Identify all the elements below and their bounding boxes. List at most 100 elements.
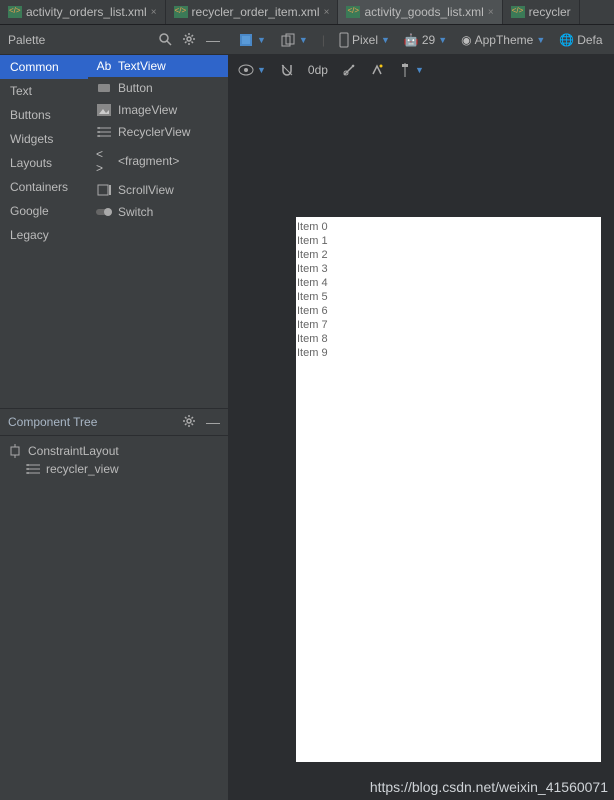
clear-constraints[interactable] [342,63,356,77]
chevron-down-icon: ▼ [415,65,424,75]
device-label: Pixel [352,33,378,47]
component-scrollview[interactable]: ScrollView [88,179,228,201]
category-buttons[interactable]: Buttons [0,103,88,127]
tab-recycler[interactable]: recycler [503,0,580,24]
gear-icon[interactable] [182,414,196,430]
theme-selector[interactable]: ◉ AppTheme ▼ [461,33,545,47]
design-panel: ▼ ▼ | Pixel ▼ 🤖 29 ▼ ◉ AppTheme ▼ 🌐 Defa [228,25,614,800]
imageview-icon [96,104,112,116]
tree-root[interactable]: ConstraintLayout [8,442,220,460]
list-item: Item 8 [297,332,600,346]
close-icon[interactable]: × [488,7,494,18]
chevron-down-icon: ▼ [381,35,390,45]
globe-icon: 🌐 [559,33,574,47]
button-icon [96,83,112,93]
tab-activity-orders[interactable]: activity_orders_list.xml × [0,0,166,24]
list-item: Item 2 [297,248,600,262]
list-item: Item 0 [297,220,600,234]
component-label: Switch [118,205,153,219]
tree-child-label: recycler_view [46,462,119,476]
chevron-down-icon: ▼ [299,35,308,45]
component-tree-header: Component Tree — [0,408,228,436]
design-surface-button[interactable]: ▼ [238,32,266,48]
android-icon: 🤖 [404,33,419,47]
palette-header: Palette — [0,25,228,55]
chevron-down-icon: ▼ [438,35,447,45]
category-common[interactable]: Common [0,55,88,79]
minimize-icon[interactable]: — [206,414,220,430]
chevron-down-icon: ▼ [257,35,266,45]
component-textview[interactable]: Ab TextView [88,55,228,77]
eye-toggle[interactable]: ▼ [238,64,266,76]
palette-categories: Common Text Buttons Widgets Layouts Cont… [0,55,88,408]
component-label: ScrollView [118,183,174,197]
recyclerview-icon [26,463,40,475]
theme-icon: ◉ [461,33,471,47]
scrollview-icon [96,184,112,196]
list-item: Item 1 [297,234,600,248]
list-item: Item 4 [297,276,600,290]
gear-icon[interactable] [182,32,196,48]
tab-label: activity_orders_list.xml [26,5,147,19]
component-fragment[interactable]: < > <fragment> [88,143,228,179]
preview-list: Item 0 Item 1 Item 2 Item 3 Item 4 Item … [296,217,601,363]
minimize-icon[interactable]: — [206,32,220,48]
tab-activity-goods[interactable]: activity_goods_list.xml × [338,0,502,24]
list-item: Item 3 [297,262,600,276]
component-switch[interactable]: Switch [88,201,228,223]
category-widgets[interactable]: Widgets [0,127,88,151]
device-preview: Item 0 Item 1 Item 2 Item 3 Item 4 Item … [296,217,601,762]
category-text[interactable]: Text [0,79,88,103]
xml-file-icon [174,6,188,18]
api-selector[interactable]: 🤖 29 ▼ [404,33,447,47]
recyclerview-icon [96,126,112,138]
theme-label: AppTheme [475,33,534,47]
chevron-down-icon: ▼ [257,65,266,75]
category-containers[interactable]: Containers [0,175,88,199]
infer-constraints[interactable] [370,63,384,77]
tab-label: recycler_order_item.xml [192,5,320,19]
locale-label: Defa [577,33,602,47]
list-item: Item 5 [297,290,600,304]
component-tree: ConstraintLayout recycler_view [0,436,228,800]
xml-file-icon [8,6,22,18]
close-icon[interactable]: × [151,7,157,18]
category-legacy[interactable]: Legacy [0,223,88,247]
orientation-button[interactable]: ▼ [280,32,308,48]
close-icon[interactable]: × [324,7,330,18]
magnet-toggle[interactable] [280,63,294,77]
device-selector[interactable]: Pixel ▼ [339,32,390,48]
tab-recycler-order-item[interactable]: recycler_order_item.xml × [166,0,339,24]
component-label: Button [118,81,153,95]
xml-file-icon [346,6,360,18]
tree-child[interactable]: recycler_view [8,460,220,478]
fragment-icon: < > [96,147,112,175]
chevron-down-icon: ▼ [536,35,545,45]
separator: | [322,33,325,47]
component-imageview[interactable]: ImageView [88,99,228,121]
constraint-layout-icon [8,444,22,458]
search-icon[interactable] [158,32,172,48]
switch-icon [96,207,112,217]
palette-body: Common Text Buttons Widgets Layouts Cont… [0,55,228,408]
category-google[interactable]: Google [0,199,88,223]
design-canvas[interactable]: Item 0 Item 1 Item 2 Item 3 Item 4 Item … [228,85,614,800]
list-item: Item 7 [297,318,600,332]
component-button[interactable]: Button [88,77,228,99]
category-layouts[interactable]: Layouts [0,151,88,175]
default-margin[interactable]: 0dp [308,63,328,77]
list-item: Item 6 [297,304,600,318]
component-label: <fragment> [118,154,179,168]
locale-selector[interactable]: 🌐 Defa [559,33,602,47]
api-label: 29 [422,33,435,47]
guidelines-button[interactable]: ▼ [398,63,424,77]
left-panel: Palette — Common Text Buttons Widgets La… [0,25,228,800]
tab-label: activity_goods_list.xml [364,5,483,19]
palette-title: Palette [8,33,45,47]
design-sub-toolbar: ▼ 0dp ▼ [228,55,614,85]
palette-components: Ab TextView Button ImageView RecyclerVie… [88,55,228,408]
component-recyclerview[interactable]: RecyclerView [88,121,228,143]
design-toolbar: ▼ ▼ | Pixel ▼ 🤖 29 ▼ ◉ AppTheme ▼ 🌐 Defa [228,25,614,55]
xml-file-icon [511,6,525,18]
component-label: TextView [118,59,166,73]
